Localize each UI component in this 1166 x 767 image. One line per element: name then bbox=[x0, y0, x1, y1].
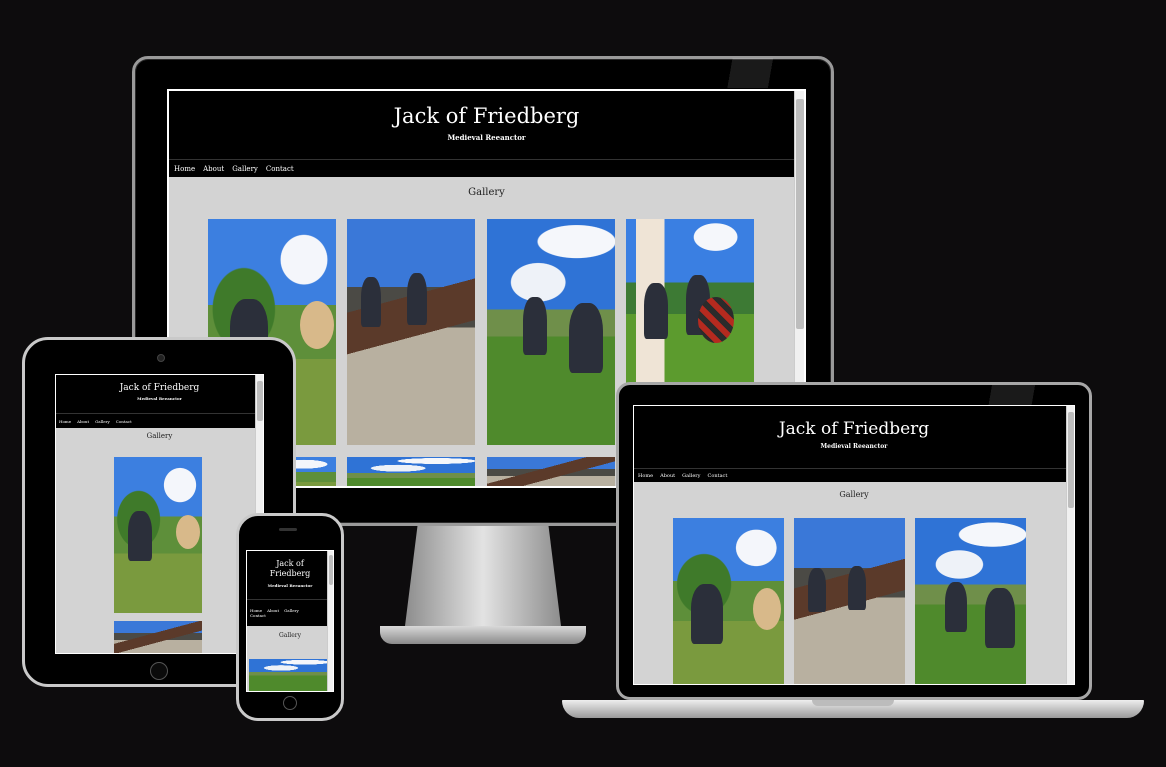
gallery-photo-sword-duel-gravel[interactable] bbox=[114, 621, 202, 653]
site-tagline: Medieval Reeanctor bbox=[820, 443, 888, 450]
photo-figure bbox=[945, 582, 967, 632]
phone: Jack of Friedberg Medieval Reeanctor Hom… bbox=[236, 513, 344, 721]
photo-figure bbox=[848, 566, 866, 610]
photo-figure bbox=[361, 277, 381, 327]
photo-shield bbox=[300, 301, 334, 349]
site-tagline: Medieval Reeanctor bbox=[447, 133, 526, 142]
site-tagline: Medieval Reeanctor bbox=[137, 396, 182, 401]
gallery-heading: Gallery bbox=[278, 632, 302, 639]
gallery-photo-sword-fight-crowd[interactable] bbox=[915, 518, 1026, 684]
nav-home[interactable]: Home bbox=[59, 419, 71, 424]
gallery-heading: Gallery bbox=[468, 187, 505, 198]
site-header: Jack of Friedberg Medieval Reeanctor bbox=[169, 91, 804, 159]
photo-shield bbox=[753, 588, 781, 630]
site-title: Jack of Friedberg bbox=[119, 383, 200, 393]
gallery-photo-row2[interactable] bbox=[347, 457, 475, 486]
nav-gallery[interactable]: Gallery bbox=[95, 419, 110, 424]
gallery-photo-row2[interactable] bbox=[487, 457, 615, 486]
monitor-stand bbox=[405, 526, 561, 626]
site-nav: Home About Gallery Contact bbox=[247, 599, 333, 626]
nav-contact[interactable]: Contact bbox=[708, 473, 728, 479]
gallery-photo-reenactor-with-shield[interactable] bbox=[114, 457, 202, 613]
laptop: Jack of Friedberg Medieval Reeanctor Hom… bbox=[616, 382, 1092, 700]
phone-site: Jack of Friedberg Medieval Reeanctor Hom… bbox=[246, 550, 334, 692]
scroll-thumb[interactable] bbox=[257, 381, 263, 421]
gallery-heading: Gallery bbox=[839, 490, 869, 499]
gallery-photo-sword-duel-gravel[interactable] bbox=[794, 518, 905, 684]
photo-figure bbox=[407, 273, 427, 325]
site-header: Jack of Friedberg Medieval Reeanctor bbox=[634, 406, 1074, 468]
nav-about[interactable]: About bbox=[77, 419, 89, 424]
site-title-line1: Jack of bbox=[276, 559, 304, 568]
photo-figure bbox=[128, 511, 152, 561]
photo-figure bbox=[523, 297, 547, 355]
nav-contact[interactable]: Contact bbox=[116, 419, 132, 424]
site-nav: Home About Gallery Contact bbox=[634, 468, 1074, 482]
site-title-line2: Friedberg bbox=[269, 569, 311, 578]
phone-home-button[interactable] bbox=[283, 696, 297, 710]
photo-figure bbox=[569, 303, 603, 373]
gallery-photo-sword-fight-crowd[interactable] bbox=[487, 219, 615, 445]
nav-contact[interactable]: Contact bbox=[250, 613, 333, 618]
tablet-site: Jack of Friedberg Medieval Reeanctor Hom… bbox=[55, 374, 264, 654]
scroll-thumb[interactable] bbox=[329, 555, 333, 585]
site-header: Jack of Friedberg Medieval Reeanctor bbox=[56, 375, 263, 413]
gallery-photo-reenactor-with-shield[interactable] bbox=[673, 518, 784, 684]
gallery-heading: Gallery bbox=[146, 432, 173, 440]
site-nav: Home About Gallery Contact bbox=[169, 159, 804, 177]
photo-shield bbox=[176, 515, 200, 549]
photo-figure bbox=[691, 584, 723, 644]
site-tagline: Medieval Reeanctor bbox=[267, 583, 313, 588]
scroll-thumb[interactable] bbox=[796, 99, 804, 329]
nav-gallery[interactable]: Gallery bbox=[232, 165, 258, 173]
laptop-glare bbox=[949, 385, 1089, 405]
scrollbar[interactable] bbox=[327, 551, 333, 691]
photo-figure bbox=[644, 283, 668, 339]
photo-figure bbox=[808, 568, 826, 612]
laptop-notch bbox=[812, 700, 894, 706]
gallery-photo-row1[interactable] bbox=[249, 659, 329, 691]
tablet-camera bbox=[157, 354, 165, 362]
site-title: Jack of Friedberg bbox=[393, 104, 580, 128]
photo-shield bbox=[698, 297, 734, 343]
nav-home[interactable]: Home bbox=[174, 165, 195, 173]
nav-about[interactable]: About bbox=[203, 165, 224, 173]
site-title: Jack of Friedberg bbox=[778, 419, 930, 439]
scroll-thumb[interactable] bbox=[1068, 412, 1074, 508]
nav-gallery[interactable]: Gallery bbox=[682, 473, 700, 479]
tablet-home-button[interactable] bbox=[150, 662, 168, 680]
nav-home[interactable]: Home bbox=[638, 473, 653, 479]
monitor-base bbox=[380, 626, 586, 644]
nav-contact[interactable]: Contact bbox=[266, 165, 294, 173]
gallery-photo-sword-duel-gravel[interactable] bbox=[347, 219, 475, 445]
nav-about[interactable]: About bbox=[660, 473, 675, 479]
laptop-site: Jack of Friedberg Medieval Reeanctor Hom… bbox=[633, 405, 1075, 685]
site-header: Jack of Friedberg Medieval Reeanctor bbox=[247, 551, 333, 599]
site-nav: Home About Gallery Contact bbox=[56, 413, 263, 428]
phone-earpiece bbox=[279, 528, 297, 531]
monitor-glare bbox=[692, 58, 822, 88]
photo-figure bbox=[985, 588, 1015, 648]
scrollbar[interactable] bbox=[1066, 406, 1074, 684]
